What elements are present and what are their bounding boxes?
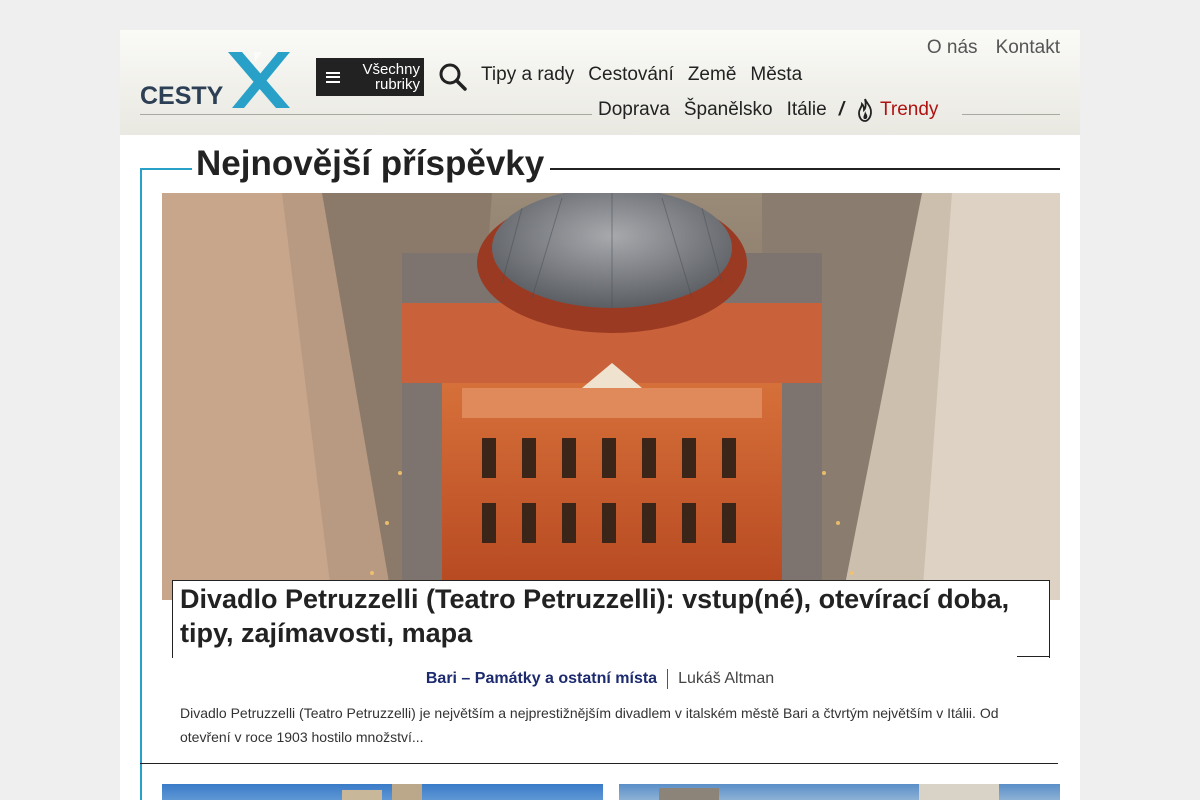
header-rule [140, 114, 592, 115]
site-header: CESTY Všechny rubriky Tipy a rady Cestov… [120, 30, 1080, 135]
nav-separator: / [838, 99, 844, 120]
trendy-label: Trendy [879, 99, 939, 120]
flame-icon [858, 98, 872, 122]
nav-doprava[interactable]: Doprava [598, 99, 670, 121]
all-categories-button[interactable]: Všechny rubriky [316, 58, 424, 96]
header-rule-right [962, 114, 1060, 115]
nav-spanelsko[interactable]: Španělsko [684, 99, 773, 121]
secondary-nav: Doprava Španělsko Itálie / Trendy [598, 98, 938, 122]
section-title-rule [535, 168, 1060, 170]
featured-article-title[interactable]: Divadlo Petruzzelli (Teatro Petruzzelli)… [180, 582, 1040, 650]
nav-italie[interactable]: Itálie [787, 99, 827, 121]
nav-mesta[interactable]: Města [750, 64, 802, 86]
primary-nav: Tipy a rady Cestování Země Města [481, 64, 802, 86]
nav-cestovani[interactable]: Cestování [588, 64, 674, 86]
hamburger-icon [326, 71, 340, 83]
all-categories-label: Všechny rubriky [362, 61, 420, 93]
article-thumbnail[interactable] [619, 784, 1060, 800]
section-frame-top [140, 168, 192, 170]
article-excerpt: Divadlo Petruzzelli (Teatro Petruzzelli)… [180, 705, 999, 745]
article-thumbnail[interactable] [162, 784, 603, 800]
utility-nav: O nás Kontakt [927, 37, 1060, 59]
nav-zeme[interactable]: Země [688, 64, 737, 86]
svg-text:CESTY: CESTY [140, 82, 224, 110]
article-divider [140, 763, 1058, 764]
link-o-nas[interactable]: O nás [927, 37, 978, 59]
nav-trendy[interactable]: Trendy [856, 98, 938, 122]
section-title: Nejnovější příspěvky [196, 144, 551, 184]
meta-divider [667, 669, 669, 689]
site-logo[interactable]: CESTY [140, 52, 290, 110]
page: CESTY Všechny rubriky Tipy a rady Cestov… [120, 30, 1080, 800]
nav-tipy-a-rady[interactable]: Tipy a rady [481, 64, 574, 86]
caption-corner-rule [1017, 656, 1050, 657]
featured-image[interactable] [162, 193, 1060, 600]
article-author[interactable]: Lukáš Altman [678, 670, 774, 687]
article-category-link[interactable]: Bari – Památky a ostatní místa [426, 670, 657, 687]
link-kontakt[interactable]: Kontakt [996, 37, 1060, 59]
search-icon[interactable] [438, 62, 468, 92]
article-meta: Bari – Památky a ostatní místa Lukáš Altm… [120, 669, 1080, 689]
section-frame-left [140, 168, 142, 800]
